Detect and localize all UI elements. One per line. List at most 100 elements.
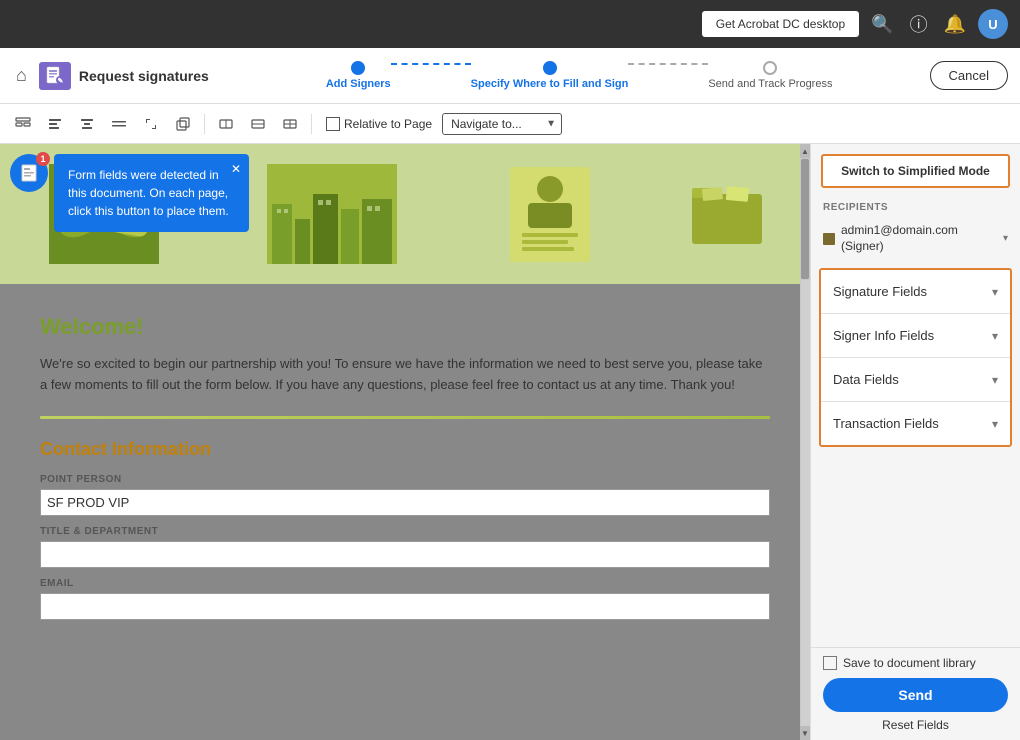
get-acrobat-button[interactable]: Get Acrobat DC desktop	[702, 11, 859, 37]
scrollbar-down[interactable]: ▼	[800, 726, 810, 740]
home-icon[interactable]: ⌂	[12, 61, 31, 90]
send-button[interactable]: Send	[823, 678, 1008, 712]
toolbar-icon-3[interactable]	[72, 109, 102, 139]
data-fields-header[interactable]: Data Fields ▾	[821, 358, 1010, 401]
signature-fields-section: Signature Fields ▾	[821, 270, 1010, 314]
document-scrollbar[interactable]: ▲ ▼	[800, 144, 810, 740]
step-send-track: Send and Track Progress	[708, 61, 832, 90]
save-to-library-label[interactable]: Save to document library	[843, 656, 976, 670]
recipient-row[interactable]: admin1@domain.com (Signer) ▾	[811, 217, 1020, 260]
doc-icon-wrap: ✎	[39, 62, 71, 90]
toolbar-icon-5[interactable]	[136, 109, 166, 139]
step-label-specify: Specify Where to Fill and Sign	[471, 78, 629, 90]
main-area: 1 ✕ Form fields were detected in this do…	[0, 144, 1020, 740]
cancel-button[interactable]: Cancel	[930, 61, 1008, 90]
folder-illustration	[687, 174, 767, 254]
step-label-add-signers: Add Signers	[326, 78, 391, 90]
toolbar-icon-4[interactable]	[104, 109, 134, 139]
input-title-dept[interactable]	[40, 541, 770, 568]
toolbar-icon-9[interactable]	[275, 109, 305, 139]
step-dot-add-signers	[351, 61, 365, 75]
notification-badge: 1	[36, 152, 50, 166]
document-body: Welcome! We're so excited to begin our p…	[0, 284, 810, 650]
relative-to-page-label: Relative to Page	[344, 117, 432, 131]
notification-bubble: 1 ✕ Form fields were detected in this do…	[10, 154, 48, 192]
field-group-title-dept: TITLE & DEPARTMENT	[40, 526, 770, 568]
save-to-library-checkbox[interactable]	[823, 656, 837, 670]
step-label-send: Send and Track Progress	[708, 78, 832, 90]
simplified-mode-button[interactable]: Switch to Simplified Mode	[821, 154, 1010, 188]
transaction-fields-section: Transaction Fields ▾	[821, 402, 1010, 445]
request-signatures-title: Request signatures	[79, 68, 209, 84]
signer-info-fields-header[interactable]: Signer Info Fields ▾	[821, 314, 1010, 357]
resume-illustration	[510, 167, 590, 262]
fields-panel: Signature Fields ▾ Signer Info Fields ▾ …	[819, 268, 1012, 447]
toolbar-icon-8[interactable]	[243, 109, 273, 139]
navigate-select[interactable]: Navigate to...	[442, 113, 562, 135]
notification-close[interactable]: ✕	[231, 160, 241, 178]
signature-fields-chevron-icon: ▾	[992, 285, 998, 299]
toolbar-icon-7[interactable]	[211, 109, 241, 139]
step-line-2	[628, 63, 708, 65]
form-fields-icon	[19, 163, 39, 183]
step-dot-send	[763, 61, 777, 75]
reset-fields-link[interactable]: Reset Fields	[823, 718, 1008, 732]
search-icon[interactable]: 🔍	[867, 10, 897, 39]
signature-fields-header[interactable]: Signature Fields ▾	[821, 270, 1010, 313]
recipient-name: admin1@domain.com (Signer)	[841, 223, 997, 254]
recipients-label: RECIPIENTS	[811, 198, 1020, 217]
city-illustration	[267, 164, 397, 264]
scrollbar-up[interactable]: ▲	[800, 144, 810, 158]
toolbar-icon-1[interactable]	[8, 109, 38, 139]
document-divider	[40, 416, 770, 419]
header-bar: ⌂ ✎ Request signatures Add Signers Speci…	[0, 48, 1020, 104]
data-fields-title: Data Fields	[833, 372, 899, 387]
input-point-person[interactable]	[40, 489, 770, 516]
top-bar: Get Acrobat DC desktop 🔍 ⓘ 🔔 U	[0, 0, 1020, 48]
avatar[interactable]: U	[978, 9, 1008, 39]
transaction-fields-header[interactable]: Transaction Fields ▾	[821, 402, 1010, 445]
save-to-library-row: Save to document library	[823, 656, 1008, 670]
notification-tooltip: ✕ Form fields were detected in this docu…	[54, 154, 249, 232]
step-add-signers: Add Signers	[326, 61, 391, 90]
document-intro: We're so excited to begin our partnershi…	[40, 354, 770, 396]
toolbar-icon-6[interactable]	[168, 109, 198, 139]
signer-info-fields-chevron-icon: ▾	[992, 329, 998, 343]
relative-to-page-toggle[interactable]: Relative to Page	[326, 117, 432, 131]
data-fields-chevron-icon: ▾	[992, 373, 998, 387]
workflow-steps: Add Signers Specify Where to Fill and Si…	[237, 61, 922, 90]
step-specify-fill-sign: Specify Where to Fill and Sign	[471, 61, 629, 90]
signer-info-fields-section: Signer Info Fields ▾	[821, 314, 1010, 358]
step-dot-specify	[543, 61, 557, 75]
svg-text:✎: ✎	[57, 77, 63, 85]
input-email[interactable]	[40, 593, 770, 620]
recipient-chevron-icon: ▾	[1003, 233, 1008, 244]
field-label-title-dept: TITLE & DEPARTMENT	[40, 526, 770, 537]
toolbar-icon-2[interactable]	[40, 109, 70, 139]
field-label-point-person: POINT PERSON	[40, 474, 770, 485]
help-icon[interactable]: ⓘ	[906, 7, 932, 41]
recipient-color-indicator	[823, 233, 835, 245]
transaction-fields-title: Transaction Fields	[833, 416, 939, 431]
notification-message: Form fields were detected in this docume…	[68, 168, 229, 218]
navigate-select-wrap[interactable]: Navigate to... ▼	[434, 113, 562, 135]
transaction-fields-chevron-icon: ▾	[992, 417, 998, 431]
field-group-point-person: POINT PERSON	[40, 474, 770, 516]
doc-icon: ✎	[45, 66, 65, 86]
toolbar-separator-1	[204, 114, 205, 134]
scrollbar-thumb[interactable]	[801, 159, 809, 279]
field-label-email: EMAIL	[40, 578, 770, 589]
bell-icon[interactable]: 🔔	[940, 10, 970, 39]
document-welcome: Welcome!	[40, 314, 770, 340]
document-section-title: Contact Information	[40, 439, 770, 460]
notification-icon[interactable]: 1	[10, 154, 48, 192]
toolbar-separator-2	[311, 114, 312, 134]
bottom-section: Save to document library Send Reset Fiel…	[811, 647, 1020, 740]
toolbar: Relative to Page Navigate to... ▼	[0, 104, 1020, 144]
signature-fields-title: Signature Fields	[833, 284, 927, 299]
step-line-1	[391, 63, 471, 65]
signer-info-fields-title: Signer Info Fields	[833, 328, 934, 343]
document-panel[interactable]: 1 ✕ Form fields were detected in this do…	[0, 144, 810, 740]
right-panel: Switch to Simplified Mode RECIPIENTS adm…	[810, 144, 1020, 740]
relative-checkbox[interactable]	[326, 117, 340, 131]
